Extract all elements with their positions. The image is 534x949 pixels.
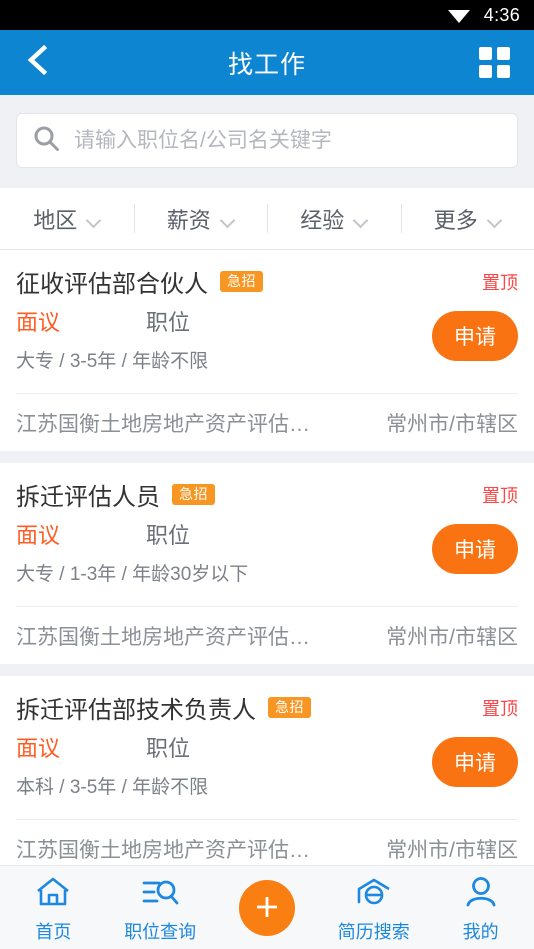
urgent-badge: 急招	[172, 483, 215, 506]
search-input[interactable]	[74, 128, 501, 153]
tab-resume-search[interactable]: 简历搜索	[320, 875, 427, 944]
home-icon	[34, 875, 72, 914]
job-location: 常州市/市辖区	[386, 838, 518, 862]
wifi-icon	[446, 5, 472, 25]
filter-salary[interactable]: 薪资	[133, 188, 268, 249]
search-icon	[33, 125, 60, 157]
chevron-down-icon	[354, 215, 367, 223]
filter-region[interactable]: 地区	[0, 188, 134, 249]
tab-job-search[interactable]: 职位查询	[107, 875, 214, 944]
filter-experience[interactable]: 经验	[267, 188, 401, 249]
job-card-footer: 江苏国衡土地房地产资产评估… 常州市/市辖区	[16, 607, 518, 664]
back-button[interactable]	[12, 30, 64, 95]
tab-label: 我的	[462, 922, 499, 942]
plus-icon	[252, 892, 282, 925]
chevron-down-icon	[87, 215, 100, 223]
search-box[interactable]	[16, 113, 518, 168]
urgent-badge: 急招	[268, 696, 311, 719]
job-search-icon	[140, 875, 180, 914]
app-header: 找工作	[0, 30, 534, 95]
chevron-left-icon	[25, 44, 51, 81]
company-name: 江苏国衡土地房地产资产评估…	[16, 412, 310, 436]
pinned-label[interactable]: 置顶	[482, 269, 518, 295]
job-salary: 面议	[16, 523, 61, 548]
job-card[interactable]: 征收评估部合伙人 急招 置顶 面议 职位 大专 / 3-5年 / 年龄不限 申请…	[0, 250, 534, 451]
chevron-down-icon	[488, 215, 501, 223]
pinned-label[interactable]: 置顶	[482, 482, 518, 508]
filter-label: 经验	[300, 207, 345, 233]
filter-bar: 地区 薪资 经验 更多	[0, 188, 534, 250]
company-name: 江苏国衡土地房地产资产评估…	[16, 625, 310, 649]
filter-label: 薪资	[166, 207, 211, 233]
tab-label: 首页	[35, 922, 72, 942]
tab-mine[interactable]: 我的	[427, 875, 534, 944]
filter-label: 地区	[33, 207, 78, 233]
page-title: 找工作	[227, 50, 306, 79]
job-title: 征收评估部合伙人	[16, 271, 208, 298]
job-card-body: 面议 职位 本科 / 3-5年 / 年龄不限 申请	[16, 731, 518, 817]
search-section	[0, 95, 534, 188]
grid-menu-icon	[478, 47, 510, 78]
tab-label: 职位查询	[124, 922, 197, 942]
job-type: 职位	[146, 310, 191, 335]
resume-search-icon	[355, 875, 393, 914]
job-card-body: 面议 职位 大专 / 3-5年 / 年龄不限 申请	[16, 305, 518, 391]
filter-label: 更多	[433, 207, 478, 233]
job-card-footer: 江苏国衡土地房地产资产评估… 常州市/市辖区	[16, 394, 518, 451]
grid-menu-button[interactable]	[468, 30, 520, 95]
status-bar: 4:36	[0, 0, 534, 30]
apply-button[interactable]: 申请	[432, 311, 518, 361]
job-salary: 面议	[16, 310, 61, 335]
apply-button[interactable]: 申请	[432, 524, 518, 574]
job-card[interactable]: 拆迁评估人员 急招 置顶 面议 职位 大专 / 1-3年 / 年龄30岁以下 申…	[0, 463, 534, 664]
job-salary: 面议	[16, 736, 61, 761]
job-card[interactable]: 拆迁评估部技术负责人 急招 置顶 面议 职位 本科 / 3-5年 / 年龄不限 …	[0, 676, 534, 877]
tab-label: 简历搜索	[337, 922, 410, 942]
pinned-label[interactable]: 置顶	[482, 695, 518, 721]
job-type: 职位	[146, 736, 191, 761]
job-title: 拆迁评估人员	[16, 484, 160, 511]
company-name: 江苏国衡土地房地产资产评估…	[16, 838, 310, 862]
filter-more[interactable]: 更多	[400, 188, 534, 249]
job-location: 常州市/市辖区	[386, 625, 518, 649]
job-location: 常州市/市辖区	[386, 412, 518, 436]
job-card-header: 拆迁评估部技术负责人 急招 置顶	[16, 690, 518, 725]
urgent-badge: 急招	[220, 270, 263, 293]
chevron-down-icon	[221, 215, 234, 223]
bottom-navigation: 首页 职位查询 简历搜索 我的	[0, 865, 534, 949]
status-time: 4:36	[483, 4, 520, 25]
person-icon	[463, 875, 499, 914]
job-title: 拆迁评估部技术负责人	[16, 697, 256, 724]
job-card-header: 拆迁评估人员 急招 置顶	[16, 477, 518, 512]
job-type: 职位	[146, 523, 191, 548]
job-card-header: 征收评估部合伙人 急招 置顶	[16, 264, 518, 299]
apply-button[interactable]: 申请	[432, 737, 518, 787]
tab-home[interactable]: 首页	[0, 875, 107, 944]
job-list: 征收评估部合伙人 急招 置顶 面议 职位 大专 / 3-5年 / 年龄不限 申请…	[0, 250, 534, 877]
add-button[interactable]	[239, 880, 295, 936]
job-card-body: 面议 职位 大专 / 1-3年 / 年龄30岁以下 申请	[16, 518, 518, 604]
